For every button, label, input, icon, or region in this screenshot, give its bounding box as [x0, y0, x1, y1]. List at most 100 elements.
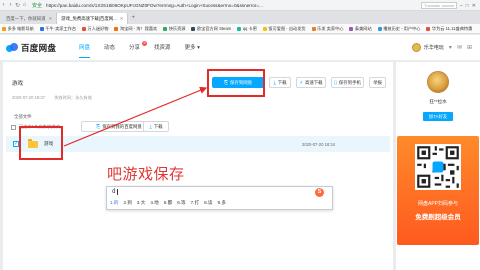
maximize-icon[interactable]: □ — [466, 3, 469, 9]
bookmark-item[interactable]: qq 卡密 — [237, 26, 257, 32]
qr-code-icon — [415, 144, 461, 190]
download-icon: ⤓ — [149, 123, 152, 130]
forward-icon[interactable]: › — [7, 2, 14, 8]
sharer-avatar[interactable] — [427, 71, 449, 93]
avatar — [411, 43, 421, 52]
ime-candidate[interactable]: 5.都 — [164, 200, 172, 206]
ime-candidate[interactable]: 9.多 — [218, 200, 226, 206]
ime-candidate-window: d S 1.的 2.到 3.大 4.地 5.都 6.等 7.打 8.读 9.多 — [106, 186, 333, 210]
nav-item-netdisk[interactable]: 网盘 — [72, 35, 97, 61]
bookmark-icon — [82, 26, 87, 31]
bookmark-icon — [163, 26, 168, 31]
report-button[interactable]: 举报 — [369, 77, 386, 88]
baidu-pan-logo[interactable]: 百度网盘 — [6, 42, 56, 54]
user-menu[interactable]: 乐华电玩 ▾ ✉ ⊞ — [411, 43, 472, 52]
new-tab-icon[interactable]: + — [131, 15, 135, 21]
tab-strip: 百度一下，你就知道 ✕ 游戏_免费高速下载|百度网... ✕ + — [0, 11, 480, 24]
ime-candidate[interactable]: 4.地 — [150, 200, 158, 206]
bookmark-item[interactable]: 淘宝网 - 淘！我喜欢 — [114, 26, 157, 32]
sogou-ime-icon[interactable]: S — [315, 188, 324, 197]
sharer-panel: 狂**拉水 加TA好友 网盘APP扫码参与 免费剧超级会员 — [396, 62, 480, 270]
chevron-down-icon: ▾ — [197, 45, 200, 51]
home-icon[interactable]: ⌂ — [21, 2, 28, 8]
save-icon: ⎘ — [96, 123, 101, 130]
save-to-phone-button[interactable]: ▯ 保存到手机 — [331, 77, 364, 88]
bookmark-item[interactable]: 饭可爱图 · 自动发货 — [262, 26, 306, 32]
close-window-icon[interactable]: ✕ — [472, 3, 476, 9]
bookmark-icon — [2, 26, 6, 31]
ime-typed-text: 吧游戏保存 — [107, 165, 185, 183]
download-icon: ⤓ — [273, 79, 276, 86]
file-list-header: 已选中1个文件/文件夹 — [6, 120, 390, 134]
annotation-box-save-button — [207, 69, 265, 97]
nav-item-more[interactable]: 更多 ▾ — [178, 35, 207, 61]
header-user-name: 乐华电玩 — [423, 45, 444, 51]
share-content-panel: 游戏 2020-07-20 18:37 失效时间：永久有效 ⎘ 保存到网盘 ⤓ 下载… — [3, 62, 393, 270]
ime-candidate[interactable]: 2.到 — [123, 200, 131, 206]
ime-candidate[interactable]: 3.大 — [137, 200, 145, 206]
promo-line2: 免费剧超级会员 — [415, 214, 461, 221]
download-button[interactable]: ⤓ 下载 — [269, 77, 291, 88]
main-nav: 网盘 动态 分享 9 找资源 更多 ▾ — [72, 35, 207, 61]
ime-candidate[interactable]: 6.等 — [177, 200, 185, 206]
address-bar: ‹ › ↻ ⌂ 安全 https://pan.baidu.com/s/1X3S1… — [0, 0, 480, 11]
bookmark-item[interactable]: 快乐资源 — [163, 26, 185, 32]
bookmark-item[interactable]: 播放历史 - 用户中心 — [377, 26, 420, 32]
add-friend-button[interactable]: 加TA好友 — [423, 112, 453, 121]
share-expiry: 失效时间：永久有效 — [54, 95, 92, 100]
back-icon[interactable]: ‹ — [0, 2, 7, 8]
url-field[interactable]: https://pan.baidu.com/s/1X3S18i06OKpUFcG… — [46, 3, 336, 8]
share-created-time: 2020-07-20 18:37 — [12, 95, 46, 100]
browser-tab-active[interactable]: 游戏_免费高速下载|百度网... ✕ — [57, 13, 129, 24]
app-promo-banner[interactable]: 网盘APP扫码参与 免费剧超级会员 — [397, 136, 479, 245]
bookmarks-bar: 多多 电影导航 千牛·卖家工作台 万人迷好物 淘宝网 - 淘！我喜欢 快乐资源 … — [0, 24, 480, 34]
cloud-logo-icon — [6, 43, 18, 53]
mail-icon[interactable]: ✉ — [457, 44, 462, 51]
browser-tab[interactable]: 百度一下，你就知道 ✕ — [2, 13, 58, 24]
ime-candidate[interactable]: 7.打 — [191, 200, 199, 206]
nav-item-find-resources[interactable]: 找资源 — [147, 35, 178, 61]
tab-label: 百度一下，你就知道 — [6, 15, 46, 21]
grid-menu-icon[interactable]: ⊞ — [467, 44, 472, 51]
bookmark-item[interactable]: 多多 电影导航 — [2, 26, 34, 32]
bookmark-item[interactable]: 乐发 卖家中心 — [311, 26, 343, 32]
tab-close-icon[interactable]: ✕ — [120, 16, 124, 22]
list-download-button[interactable]: ⤓ 下载 — [143, 121, 169, 132]
share-title: 游戏 — [12, 81, 24, 87]
phone-icon: ▯ — [334, 79, 337, 86]
ime-candidate[interactable]: 8.读 — [204, 200, 212, 206]
minimize-icon[interactable]: – — [460, 3, 463, 9]
nav-item-share[interactable]: 分享 9 — [122, 35, 148, 61]
select-all-checkbox[interactable] — [11, 124, 16, 130]
bookmark-icon — [377, 26, 382, 31]
ime-candidate[interactable]: 1.的 — [110, 200, 118, 206]
share-meta: 2020-07-20 18:37 失效时间：永久有效 — [12, 95, 100, 101]
site-header: 百度网盘 网盘 动态 分享 9 找资源 更多 ▾ 乐华电玩 ▾ ✉ ⊞ — [0, 35, 480, 61]
logo-text: 百度网盘 — [21, 43, 57, 53]
table-row[interactable]: ✓ 游戏 2020-07-20 18:34 — [6, 136, 390, 152]
bookmark-item[interactable]: 万人迷好物 — [82, 26, 108, 32]
refresh-icon[interactable]: ↻ — [14, 2, 21, 9]
bookmark-item[interactable]: 欧宝官方网 Steam — [191, 26, 231, 32]
fast-download-button[interactable]: ⚡ 高速下载 — [296, 77, 326, 88]
bookmark-item[interactable]: 华为云 11.11盛典特惠 — [426, 26, 472, 32]
bookmark-item[interactable]: 泰美网站 — [349, 26, 372, 32]
bookmark-item[interactable]: 千牛·卖家工作台 — [39, 26, 76, 32]
bookmark-icon — [114, 26, 119, 31]
bookmark-icon — [262, 26, 267, 31]
bookmark-icon — [426, 26, 431, 31]
bookmark-icon — [349, 26, 354, 31]
chevron-down-icon: ▾ — [448, 45, 452, 51]
sharer-name[interactable]: 狂**拉水 — [396, 99, 480, 105]
bookmark-icon — [191, 26, 196, 31]
promo-line1: 网盘APP扫码参与 — [417, 201, 458, 207]
tab-label: 游戏_免费高速下载|百度网... — [61, 15, 117, 21]
ime-candidates: 1.的 2.到 3.大 4.地 5.都 6.等 7.打 8.读 9.多 — [110, 200, 231, 206]
lock-label: 安全 — [32, 2, 43, 9]
tab-close-icon[interactable]: ✕ — [49, 16, 53, 22]
annotation-box-folder — [19, 126, 63, 160]
ime-composition: d — [112, 188, 116, 195]
file-date: 2020-07-20 18:34 — [302, 141, 336, 147]
browser-search-input[interactable]: Translate answer — [420, 2, 457, 9]
nav-item-feed[interactable]: 动态 — [97, 35, 122, 61]
